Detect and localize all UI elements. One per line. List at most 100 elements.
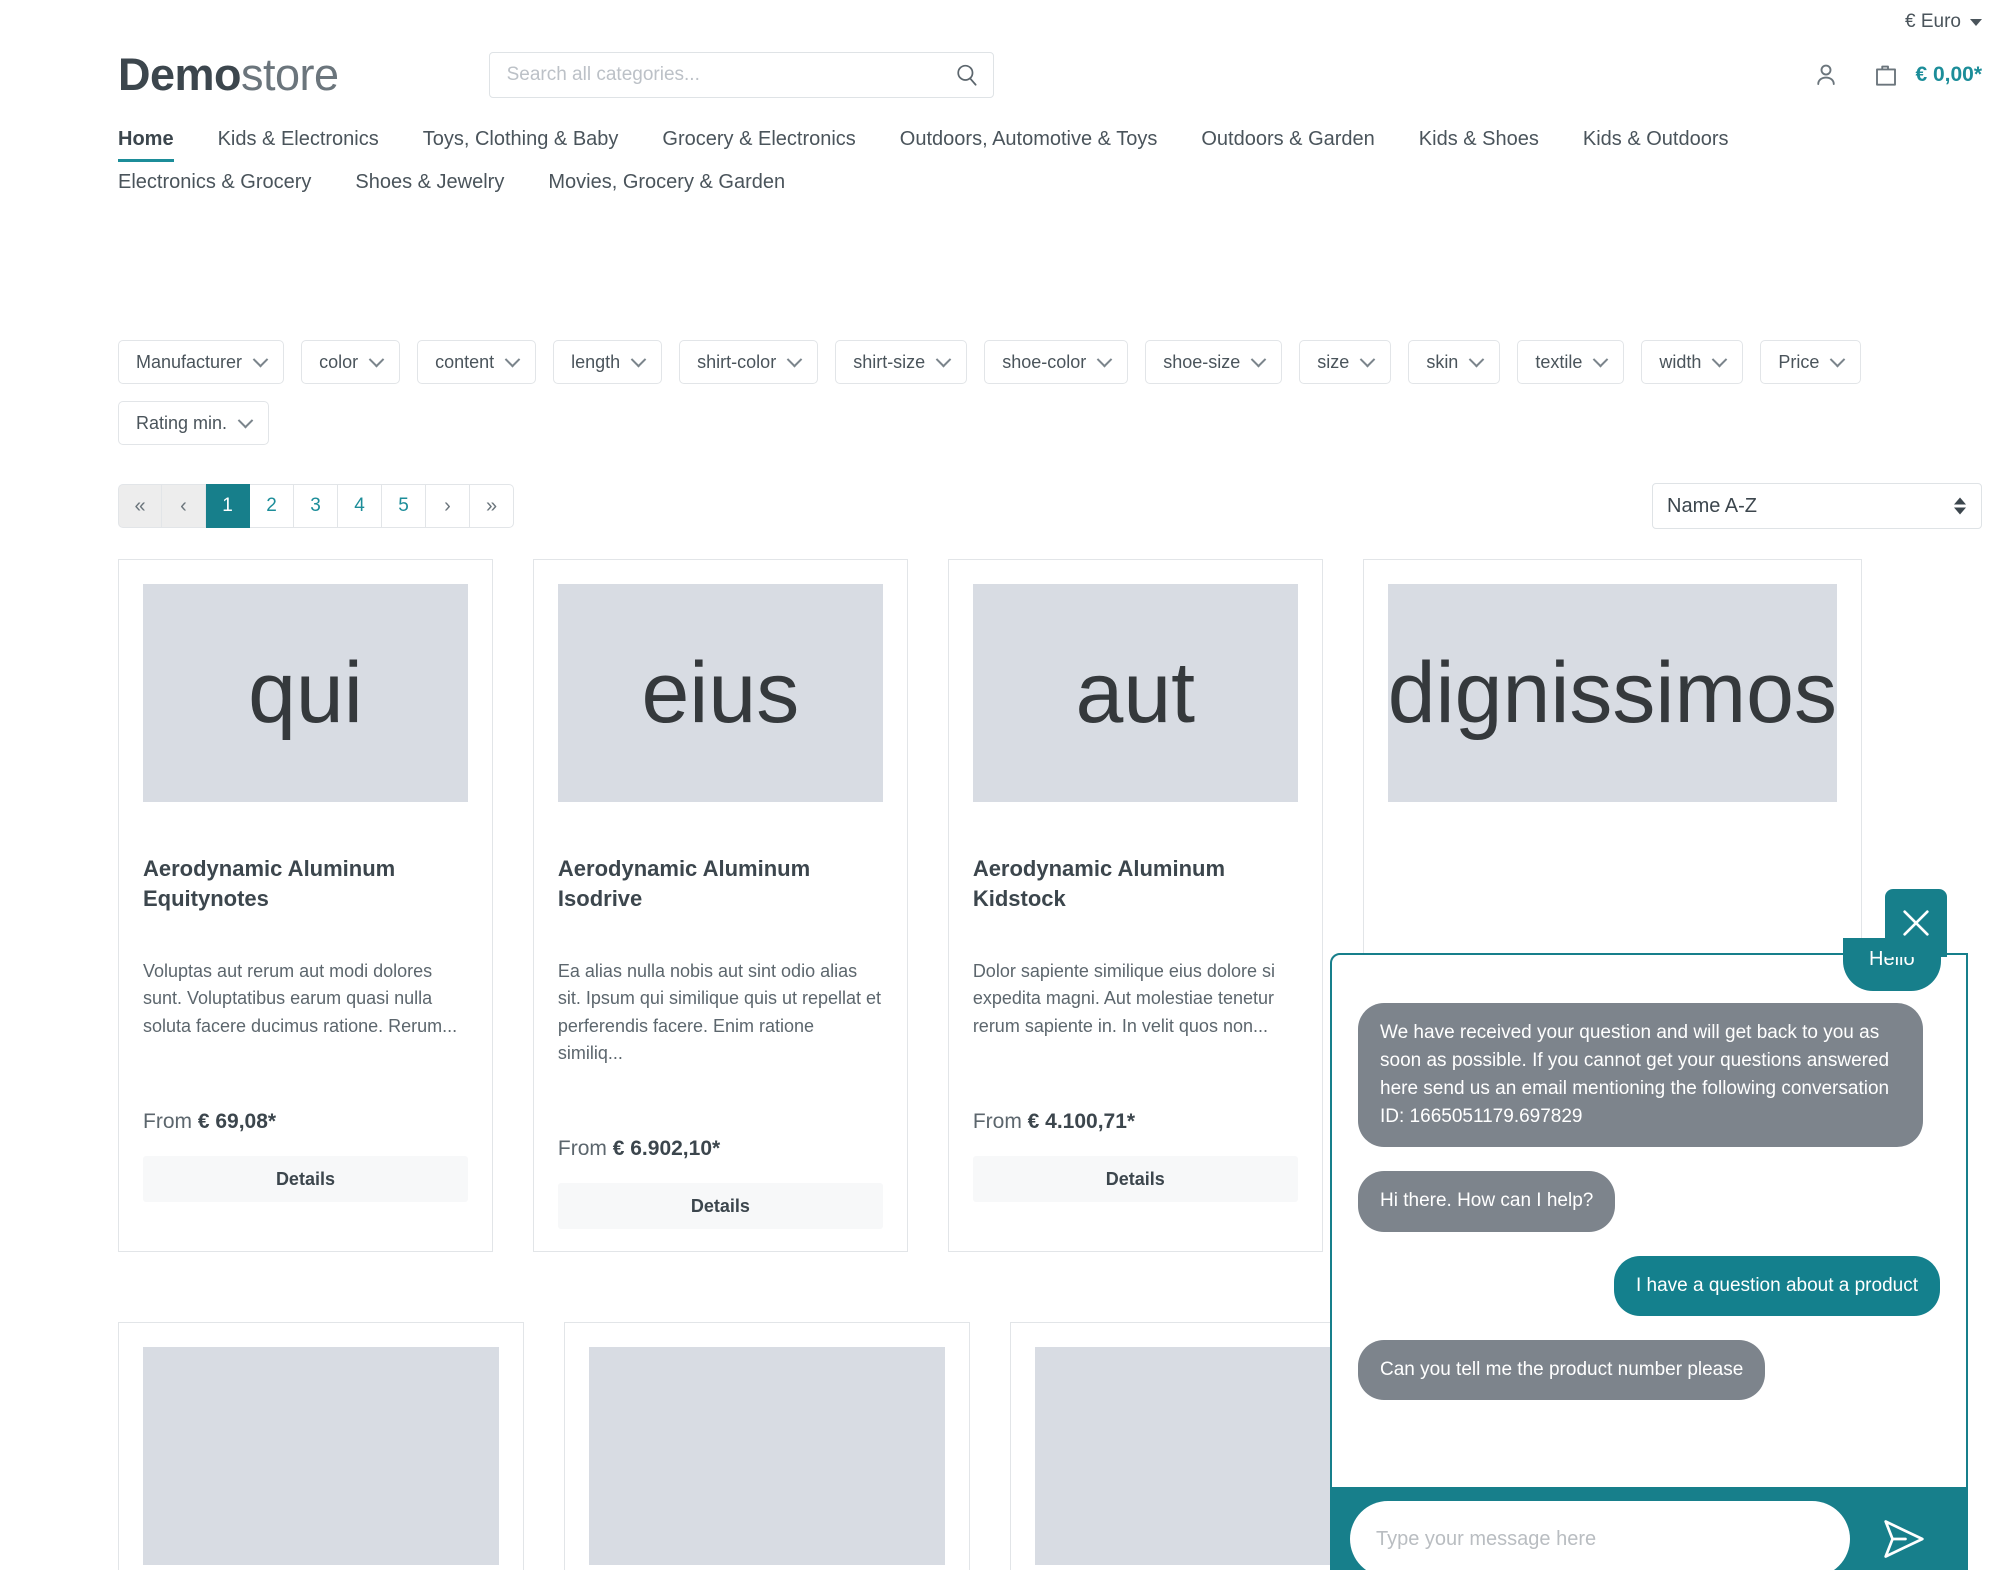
filter-label: color: [319, 351, 359, 372]
filter-content[interactable]: content: [417, 340, 537, 384]
pagination-item[interactable]: «: [118, 484, 162, 528]
filter-label: size: [1317, 351, 1350, 372]
product-price: From € 69,08*: [143, 1110, 468, 1134]
filter-width[interactable]: width: [1641, 340, 1744, 384]
chat-message-list: We have received your question and will …: [1332, 955, 1966, 1487]
chat-send-button[interactable]: [1860, 1501, 1948, 1570]
chevron-down-icon: [237, 412, 254, 428]
pagination-item[interactable]: 4: [338, 484, 382, 528]
chevron-down-icon: [504, 351, 521, 367]
product-card[interactable]: qui Aerodynamic Aluminum Equitynotes Volup…: [118, 559, 493, 1253]
chevron-down-icon: [1251, 351, 1267, 367]
product-card[interactable]: eius Aerodynamic Aluminum Isodrive Ea alia…: [532, 559, 908, 1253]
product-image-text: aut: [1075, 644, 1196, 741]
product-price-value: € 4.100,71*: [1027, 1110, 1136, 1134]
pagination-item[interactable]: 5: [382, 484, 426, 528]
chevron-down-icon: [630, 351, 647, 367]
filter-size[interactable]: size: [1299, 340, 1392, 384]
filter-textile[interactable]: textile: [1517, 340, 1625, 384]
filter-label: Manufacturer: [136, 351, 243, 372]
search-submit-button[interactable]: [944, 52, 990, 98]
product-description: Dolor sapiente similique eius dolore si …: [972, 961, 1275, 1036]
chevron-down-icon: [1970, 18, 1982, 26]
product-details-button[interactable]: Details: [143, 1156, 468, 1203]
nav-item-movies-grocery-garden[interactable]: Movies, Grocery & Garden: [548, 171, 785, 204]
filter-label: skin: [1426, 351, 1459, 372]
logo-bold-text: Demo: [118, 49, 242, 100]
pagination-item[interactable]: 3: [294, 484, 338, 528]
filter-color[interactable]: color: [301, 340, 401, 384]
nav-item-grocery-electronics[interactable]: Grocery & Electronics: [662, 128, 855, 161]
utility-bar: € Euro: [0, 0, 2010, 44]
filter-label: content: [435, 351, 495, 372]
nav-item-kids-electronics[interactable]: Kids & Electronics: [218, 128, 379, 161]
product-image-placeholder: dignissimos: [1387, 584, 1837, 802]
nav-item-home[interactable]: Home: [118, 128, 174, 162]
pagination-item[interactable]: 2: [250, 484, 294, 528]
currency-switcher[interactable]: € Euro: [1905, 11, 1982, 33]
nav-item-kids-shoes[interactable]: Kids & Shoes: [1419, 128, 1539, 161]
logo-light-text: store: [241, 49, 339, 100]
chevron-down-icon: [935, 351, 952, 367]
filter-rating-min[interactable]: Rating min.: [118, 401, 270, 445]
product-title[interactable]: Aerodynamic Aluminum Kidstock: [973, 854, 1298, 916]
filter-skin[interactable]: skin: [1408, 340, 1501, 384]
product-title[interactable]: Aerodynamic Aluminum Isodrive: [558, 854, 883, 916]
nav-item-toys-clothing-baby[interactable]: Toys, Clothing & Baby: [423, 128, 619, 161]
product-card[interactable]: aut Aerodynamic Aluminum Kidstock Dolor sa…: [947, 559, 1323, 1253]
product-price: From € 4.100,71*: [973, 1110, 1298, 1134]
filter-length[interactable]: length: [553, 340, 663, 384]
product-price-prefix: From: [557, 1137, 613, 1161]
nav-item-outdoors-garden[interactable]: Outdoors & Garden: [1201, 128, 1374, 161]
filter-label: width: [1659, 351, 1702, 372]
chevron-down-icon: [1712, 351, 1728, 367]
product-image-text: dignissimos: [1387, 644, 1837, 741]
chevron-down-icon: [252, 351, 269, 367]
search-icon: [956, 64, 977, 86]
sort-control: Name A-ZName Z-APrice ascendingPrice des…: [1652, 483, 1982, 529]
filter-price[interactable]: Price: [1760, 340, 1862, 384]
listing-toolbar: «‹12345›» Name A-ZName Z-APrice ascendin…: [0, 445, 2010, 529]
pagination-item[interactable]: »: [470, 484, 514, 528]
filter-shoe-size[interactable]: shoe-size: [1145, 340, 1283, 384]
product-card[interactable]: [564, 1322, 970, 1570]
site-logo[interactable]: Demostore: [118, 49, 339, 101]
pagination-item[interactable]: 1: [206, 484, 250, 528]
product-price-value: € 69,08*: [197, 1110, 277, 1134]
filter-shirt-color[interactable]: shirt-color: [679, 340, 819, 384]
send-icon: [1884, 1520, 1924, 1558]
product-details-button[interactable]: Details: [557, 1183, 883, 1230]
product-image-placeholder: qui: [143, 584, 468, 802]
chevron-down-icon: [1593, 351, 1609, 367]
chevron-down-icon: [1469, 351, 1485, 367]
filter-shirt-size[interactable]: shirt-size: [835, 340, 968, 384]
filter-label: Price: [1778, 351, 1820, 372]
nav-item-outdoors-automotive-toys[interactable]: Outdoors, Automotive & Toys: [900, 128, 1158, 161]
chat-message-input[interactable]: [1350, 1501, 1850, 1570]
product-image-placeholder: eius: [557, 584, 883, 802]
search-input[interactable]: [488, 52, 994, 98]
pagination-item[interactable]: ›: [426, 484, 470, 528]
filter-manufacturer[interactable]: Manufacturer: [118, 340, 285, 384]
nav-item-electronics-grocery[interactable]: Electronics & Grocery: [118, 171, 311, 204]
chat-message-agent: Hi there. How can I help?: [1358, 1171, 1616, 1232]
filter-shoe-color[interactable]: shoe-color: [984, 340, 1129, 384]
cart-amount-label: € 0,00*: [1915, 63, 1982, 86]
site-header: Demostore € 0,00*: [0, 44, 2010, 106]
filter-label: length: [571, 351, 621, 372]
product-title[interactable]: Aerodynamic Aluminum Equitynotes: [143, 854, 468, 916]
product-image-text: eius: [641, 644, 800, 741]
chat-close-button[interactable]: [1885, 889, 1947, 957]
product-price-prefix: From: [972, 1110, 1028, 1134]
product-details-button[interactable]: Details: [972, 1156, 1298, 1203]
sort-select[interactable]: Name A-ZName Z-APrice ascendingPrice des…: [1652, 483, 1982, 529]
nav-item-shoes-jewelry[interactable]: Shoes & Jewelry: [355, 171, 504, 204]
nav-item-kids-outdoors[interactable]: Kids & Outdoors: [1583, 128, 1729, 161]
chevron-down-icon: [1360, 351, 1376, 367]
account-button[interactable]: [1807, 56, 1845, 94]
pagination-item[interactable]: ‹: [162, 484, 206, 528]
product-card[interactable]: [118, 1322, 524, 1570]
cart-button[interactable]: € 0,00*: [1871, 60, 1982, 90]
chat-message-user: I have a question about a product: [1613, 1255, 1940, 1316]
product-title[interactable]: [1388, 854, 1837, 916]
